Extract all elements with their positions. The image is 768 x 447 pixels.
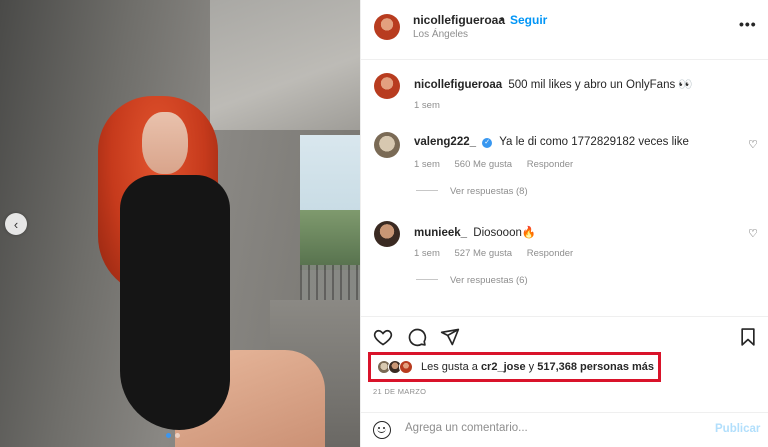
view-replies-label: Ver respuestas (8) (450, 186, 528, 197)
comment-like-heart-icon[interactable]: ♡ (748, 227, 758, 240)
avatar[interactable] (374, 73, 400, 99)
photo-sky (300, 135, 360, 220)
divider (416, 279, 438, 280)
comment-like-heart-icon[interactable]: ♡ (748, 138, 758, 151)
caption-text-row: nicollefigueroaa 500 mil likes y abro un… (414, 77, 693, 91)
action-bar (361, 316, 768, 354)
reply-button[interactable]: Responder (527, 248, 573, 259)
comment-item: valeng222_ ✓ Ya le di como 1772829182 ve… (361, 132, 768, 207)
post-panel: nicollefigueroaa • Seguir Los Ángeles ••… (360, 0, 768, 447)
post-date[interactable]: 21 DE MARZO (373, 387, 426, 396)
carousel-dot (175, 433, 180, 438)
reply-button[interactable]: Responder (527, 159, 573, 170)
comment-time[interactable]: 1 sem (414, 248, 440, 259)
separator-dot: • (500, 12, 505, 26)
photo-face (142, 112, 188, 174)
post-username[interactable]: nicollefigueroaa (413, 13, 505, 27)
verified-badge-icon: ✓ (482, 138, 493, 148)
likes-text: Les gusta a cr2_jose y 517,368 personas … (421, 361, 654, 373)
view-replies-button[interactable]: Ver respuestas (6) (416, 275, 528, 286)
bookmark-icon[interactable] (738, 327, 758, 347)
comment-text-row: munieek_ Diosooon🔥 (414, 225, 536, 239)
caption-meta: 1 sem (414, 100, 452, 111)
avatar[interactable] (374, 221, 400, 247)
comment-text: Diosooon🔥 (473, 227, 537, 239)
more-options-icon[interactable]: ••• (739, 16, 757, 32)
post-caption: nicollefigueroaa 500 mil likes y abro un… (361, 73, 768, 113)
chevron-left-icon: ‹ (13, 216, 19, 232)
post-photo[interactable]: ‹ (0, 0, 360, 447)
publish-button[interactable]: Publicar (715, 423, 760, 435)
comment-meta: 1 sem 527 Me gusta Responder (414, 248, 585, 259)
photo-trees (300, 210, 360, 270)
comment-input[interactable] (405, 422, 705, 434)
divider (416, 190, 438, 191)
avatar[interactable] (374, 132, 400, 158)
comment-likes[interactable]: 560 Me gusta (455, 159, 513, 170)
comment-username[interactable]: valeng222_ (414, 136, 476, 148)
carousel-dots (166, 433, 180, 438)
add-comment-bar: Publicar (361, 412, 768, 447)
comment-meta: 1 sem 560 Me gusta Responder (414, 159, 585, 170)
view-replies-button[interactable]: Ver respuestas (8) (416, 186, 528, 197)
caption-text: 500 mil likes y abro un OnlyFans 👀 (508, 79, 693, 91)
caption-username[interactable]: nicollefigueroaa (414, 79, 502, 91)
emoji-icon[interactable] (373, 421, 391, 439)
comment-icon[interactable] (407, 327, 427, 347)
comment-text-row: valeng222_ ✓ Ya le di como 1772829182 ve… (414, 136, 689, 148)
comment-time[interactable]: 1 sem (414, 159, 440, 170)
liker-avatar (399, 360, 413, 374)
comment-text: Ya le di como 1772829182 veces like (499, 136, 689, 148)
likes-conjunction: y (528, 361, 535, 373)
comment-likes[interactable]: 527 Me gusta (455, 248, 513, 259)
likes-count[interactable]: 517,368 personas más (537, 361, 654, 373)
paper-plane-icon[interactable] (440, 327, 460, 347)
heart-icon[interactable] (373, 327, 393, 347)
post-location[interactable]: Los Ángeles (413, 29, 468, 40)
comment-item: munieek_ Diosooon🔥 ♡ 1 sem 527 Me gusta … (361, 221, 768, 296)
photo-dress (120, 175, 230, 430)
comment-username[interactable]: munieek_ (414, 227, 467, 239)
view-replies-label: Ver respuestas (6) (450, 275, 528, 286)
carousel-prev-button[interactable]: ‹ (5, 213, 27, 235)
liker-username[interactable]: cr2_jose (481, 361, 526, 373)
photo-ceiling (210, 0, 360, 130)
photo-railing (300, 265, 360, 305)
likes-prefix: Les gusta a (421, 361, 478, 373)
post-header: nicollefigueroaa • Seguir Los Ángeles ••… (361, 0, 768, 60)
likes-summary[interactable]: Les gusta a cr2_jose y 517,368 personas … (368, 352, 661, 382)
follow-button[interactable]: Seguir (510, 13, 547, 27)
carousel-dot-active (166, 433, 171, 438)
caption-time[interactable]: 1 sem (414, 100, 440, 111)
avatar[interactable] (374, 14, 400, 40)
